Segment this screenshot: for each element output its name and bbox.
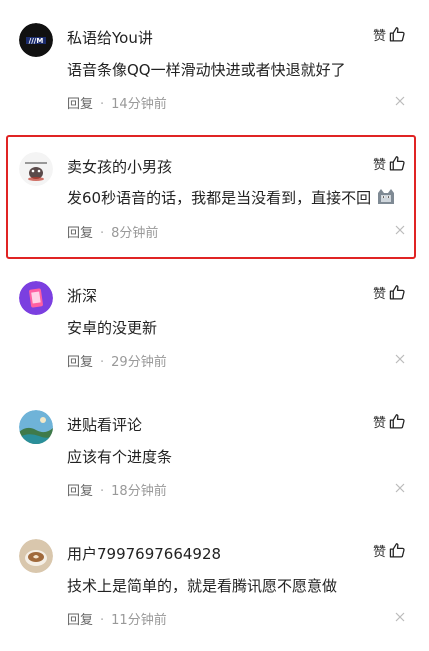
thumbs-up-icon [389, 414, 405, 429]
username[interactable]: 进贴看评论 [67, 414, 142, 435]
reply-button[interactable]: 回复 [67, 484, 93, 499]
avatar[interactable] [19, 281, 53, 315]
thumbs-up-icon [389, 285, 405, 300]
like-label: 赞 [373, 29, 387, 44]
comment-meta: 回复 · 11分钟前 [67, 613, 167, 628]
like-label: 赞 [373, 158, 387, 173]
comment-meta: 回复 · 29分钟前 [67, 355, 167, 370]
cat-emoji-icon [377, 189, 394, 204]
reply-button[interactable]: 回复 [67, 226, 93, 241]
thumbs-up-icon [389, 156, 405, 171]
timestamp: 29分钟前 [111, 355, 167, 370]
like-label: 赞 [373, 416, 387, 431]
username[interactable]: 私语给You讲 [67, 27, 153, 48]
username[interactable]: 用户7997697664928 [67, 543, 221, 564]
comment-meta: 回复 · 14分钟前 [67, 97, 167, 112]
thumbs-up-icon [389, 543, 405, 558]
comment-text: 发60秒语音的话，我都是当没看到，直接不回 [67, 187, 396, 208]
timestamp: 8分钟前 [111, 226, 159, 241]
comment-text-content: 发60秒语音的话，我都是当没看到，直接不回 [67, 189, 372, 207]
comment-text: 应该有个进度条 [67, 448, 173, 466]
comment-meta: 回复 · 8分钟前 [67, 226, 159, 241]
like-button[interactable]: 赞 [373, 154, 406, 173]
avatar[interactable] [19, 152, 53, 186]
timestamp: 11分钟前 [111, 613, 167, 628]
timestamp: 14分钟前 [111, 97, 167, 112]
comment-text: 语音条像QQ一样滑动快进或者快退就好了 [67, 61, 346, 79]
timestamp: 18分钟前 [111, 484, 167, 499]
comment-text: 安卓的没更新 [67, 319, 158, 337]
like-label: 赞 [373, 287, 387, 302]
close-icon[interactable] [395, 225, 405, 235]
close-icon[interactable] [395, 612, 405, 622]
close-icon[interactable] [395, 354, 405, 364]
comment-text: 技术上是简单的，就是看腾讯愿不愿意做 [67, 577, 338, 595]
like-label: 赞 [373, 545, 387, 560]
like-button[interactable]: 赞 [373, 541, 406, 560]
avatar[interactable] [19, 410, 53, 444]
like-button[interactable]: 赞 [373, 412, 406, 431]
thumbs-up-icon [389, 27, 405, 42]
username[interactable]: 卖女孩的小男孩 [67, 156, 172, 177]
like-button[interactable]: 赞 [373, 283, 406, 302]
svg-text:///M: ///M [29, 37, 44, 45]
comment-meta: 回复 · 18分钟前 [67, 484, 167, 499]
reply-button[interactable]: 回复 [67, 355, 93, 370]
username[interactable]: 浙深 [67, 285, 97, 306]
avatar[interactable]: ///M [19, 23, 53, 57]
avatar[interactable] [19, 539, 53, 573]
close-icon[interactable] [395, 96, 405, 106]
like-button[interactable]: 赞 [373, 25, 406, 44]
reply-button[interactable]: 回复 [67, 97, 93, 112]
reply-button[interactable]: 回复 [67, 613, 93, 628]
close-icon[interactable] [395, 483, 405, 493]
